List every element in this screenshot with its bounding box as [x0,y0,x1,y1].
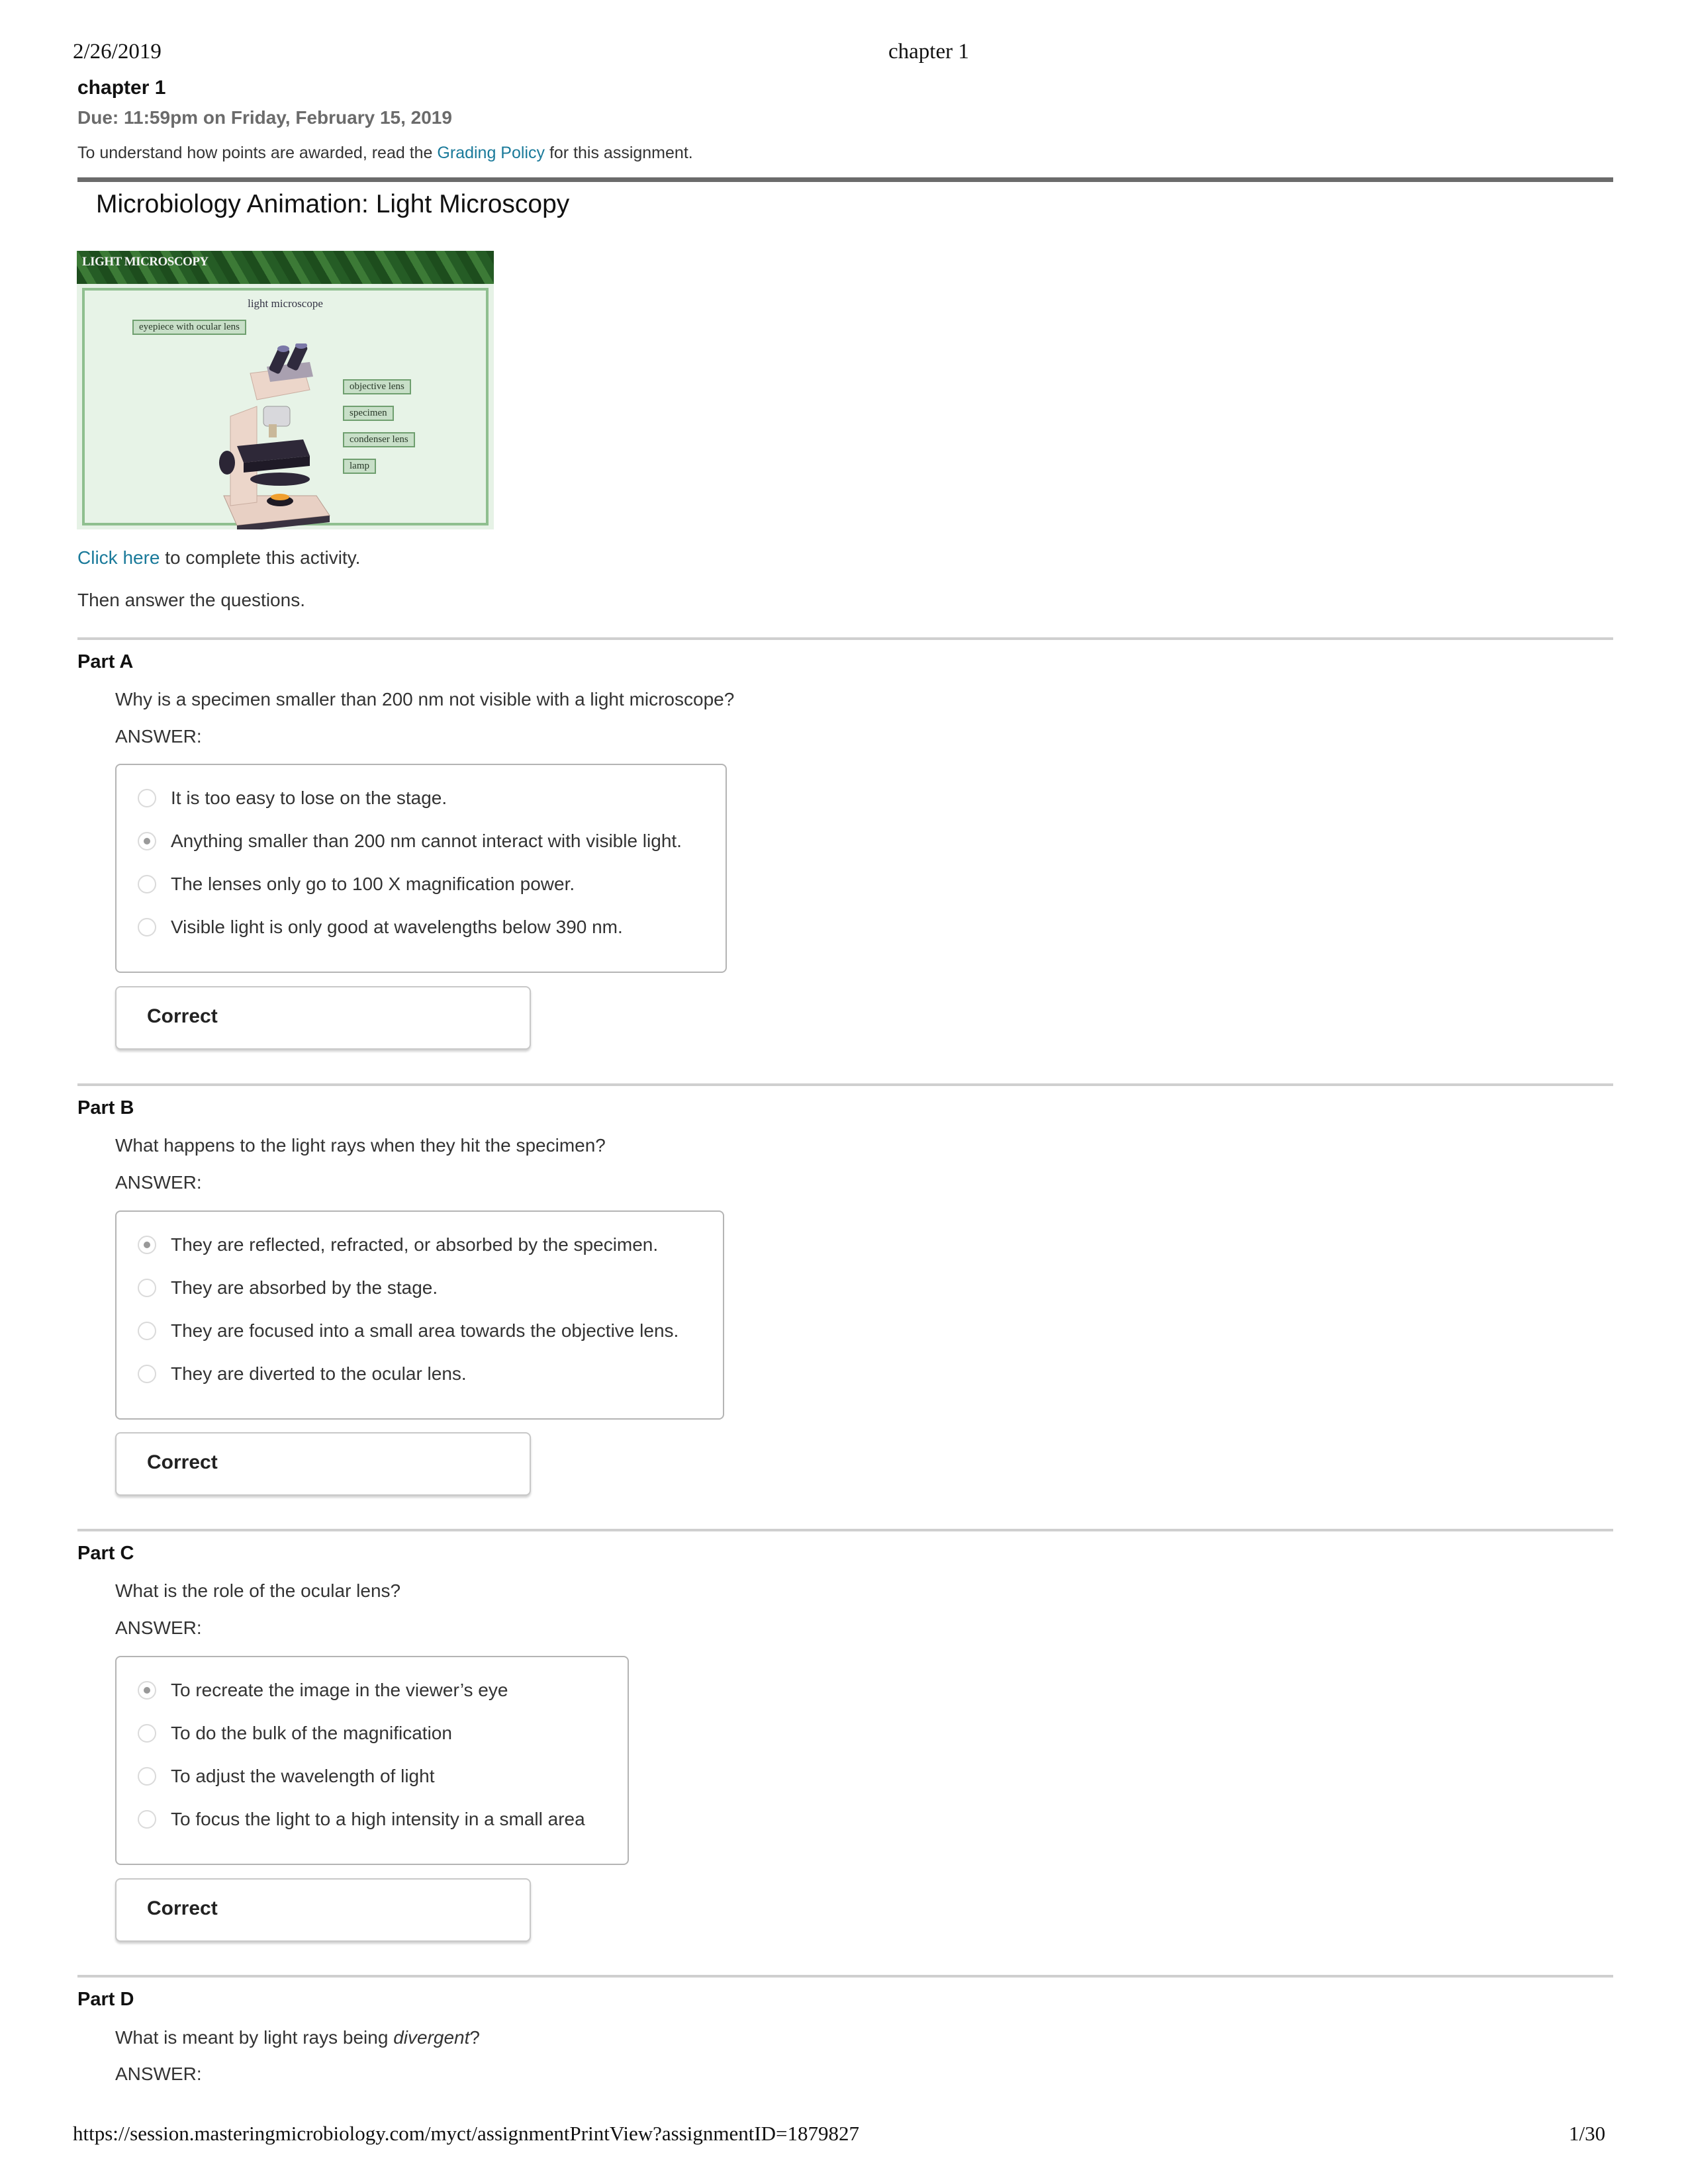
activity-instruction: Click here to complete this activity. [77,547,360,569]
option-text: They are absorbed by the stage. [171,1277,438,1298]
click-here-link[interactable]: Click here [77,547,160,568]
result-text: Correct [147,1451,218,1473]
part-c-options: To recreate the image in the viewer’s ey… [115,1656,629,1865]
part-b-label: Part B [77,1097,134,1118]
light-microscopy-image: LIGHT MICROSCOPY light microscope eyepie… [77,251,494,529]
print-page-number: 1/30 [1569,2122,1606,2145]
option-text: It is too easy to lose on the stage. [171,788,447,808]
radio-button-selected[interactable] [138,832,156,850]
label-eyepiece: eyepiece with ocular lens [132,320,247,335]
part-c-option[interactable]: To focus the light to a high intensity i… [138,1809,585,1830]
part-a-result: Correct [115,986,531,1050]
radio-button[interactable] [138,1810,156,1829]
radio-selected-dot [144,1242,150,1248]
part-d-answer-label: ANSWER: [115,2064,202,2084]
question-emphasis: divergent [393,2027,470,2048]
part-c-question: What is the role of the ocular lens? [115,1580,401,1601]
radio-button[interactable] [138,789,156,807]
then-answer-text: Then answer the questions. [77,590,305,610]
result-text: Correct [147,1005,218,1027]
part-a-option[interactable]: The lenses only go to 100 X magnificatio… [138,874,575,895]
result-text: Correct [147,1897,218,1919]
option-text: To adjust the wavelength of light [171,1766,435,1786]
option-text: To recreate the image in the viewer’s ey… [171,1680,508,1700]
part-c-option[interactable]: To adjust the wavelength of light [138,1766,434,1787]
label-objective-lens: objective lens [343,379,411,394]
part-b-option-selected[interactable]: They are reflected, refracted, or absorb… [138,1234,658,1255]
part-c-result: Correct [115,1878,531,1942]
option-text: They are diverted to the ocular lens. [171,1363,467,1384]
assignment-title: chapter 1 [77,77,166,99]
print-date: 2/26/2019 [73,40,162,64]
grading-policy-note: To understand how points are awarded, re… [77,144,693,163]
header-divider [77,177,1613,182]
part-d-question: What is meant by light rays being diverg… [115,2027,480,2048]
part-b-options: They are reflected, refracted, or absorb… [115,1210,724,1420]
option-text: Visible light is only good at wavelength… [171,917,623,937]
option-text: To focus the light to a high intensity i… [171,1809,585,1829]
radio-button[interactable] [138,1724,156,1743]
option-text: They are focused into a small area towar… [171,1320,679,1341]
part-d-label: Part D [77,1989,134,2010]
label-specimen: specimen [343,406,394,421]
part-b-option[interactable]: They are focused into a small area towar… [138,1320,679,1342]
part-a-option[interactable]: Visible light is only good at wavelength… [138,917,623,938]
policy-prefix: To understand how points are awarded, re… [77,144,438,162]
image-banner: LIGHT MICROSCOPY [77,251,494,284]
radio-button[interactable] [138,1767,156,1786]
part-b-question: What happens to the light rays when they… [115,1135,606,1156]
option-text: The lenses only go to 100 X magnificatio… [171,874,575,894]
radio-button-selected[interactable] [138,1236,156,1254]
part-a-question: Why is a specimen smaller than 200 nm no… [115,689,735,709]
radio-button[interactable] [138,875,156,893]
option-text: They are reflected, refracted, or absorb… [171,1234,659,1255]
activity-instruction-text: to complete this activity. [160,547,361,568]
microscope-icon [219,343,330,529]
section-title: Microbiology Animation: Light Microscopy [96,190,570,218]
policy-suffix: for this assignment. [545,144,693,162]
image-caption: light microscope [248,297,323,310]
part-divider [77,1975,1613,1978]
part-divider [77,637,1613,640]
radio-selected-dot [144,838,150,844]
option-text: To do the bulk of the magnification [171,1723,452,1743]
part-c-label: Part C [77,1543,134,1564]
radio-button[interactable] [138,918,156,936]
part-a-label: Part A [77,651,134,672]
part-c-option[interactable]: To do the bulk of the magnification [138,1723,452,1744]
part-c-option-selected[interactable]: To recreate the image in the viewer’s ey… [138,1680,508,1701]
label-condenser-lens: condenser lens [343,432,415,447]
part-a-option-selected[interactable]: Anything smaller than 200 nm cannot inte… [138,831,682,852]
part-b-option[interactable]: They are diverted to the ocular lens. [138,1363,467,1385]
due-date: Due: 11:59pm on Friday, February 15, 201… [77,107,452,128]
part-a-options: It is too easy to lose on the stage. Any… [115,764,727,973]
radio-selected-dot [144,1687,150,1694]
radio-button-selected[interactable] [138,1681,156,1700]
part-c-answer-label: ANSWER: [115,1617,202,1638]
print-footer-url: https://session.masteringmicrobiology.co… [73,2122,860,2145]
part-divider [77,1083,1613,1086]
radio-button[interactable] [138,1322,156,1340]
image-banner-title: LIGHT MICROSCOPY [82,255,209,269]
radio-button[interactable] [138,1279,156,1297]
part-divider [77,1529,1613,1531]
radio-button[interactable] [138,1365,156,1383]
question-suffix: ? [469,2027,480,2048]
option-text: Anything smaller than 200 nm cannot inte… [171,831,682,851]
question-text: What is meant by light rays being [115,2027,394,2048]
grading-policy-link[interactable]: Grading Policy [437,144,545,162]
part-a-option[interactable]: It is too easy to lose on the stage. [138,788,447,809]
part-b-answer-label: ANSWER: [115,1172,202,1193]
part-b-option[interactable]: They are absorbed by the stage. [138,1277,438,1298]
image-panel: light microscope eyepiece with ocular le… [82,288,489,529]
part-a-answer-label: ANSWER: [115,726,202,747]
part-b-result: Correct [115,1432,531,1496]
print-header-title: chapter 1 [888,40,969,64]
